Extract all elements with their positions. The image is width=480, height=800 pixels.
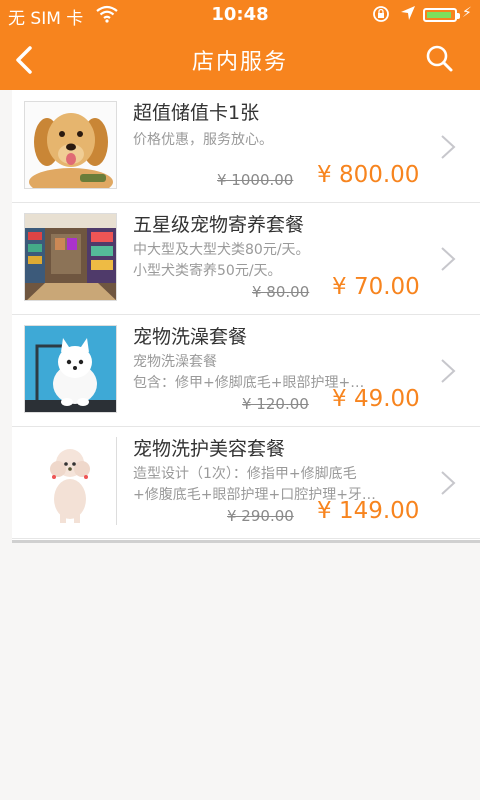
page-title: 店内服务	[191, 50, 288, 75]
sale-price: ¥ 149.00	[317, 498, 420, 524]
sale-price: ¥ 70.00	[332, 274, 420, 300]
status-bar: 无 SIM 卡 10:48 ⚡	[0, 0, 480, 30]
item-name: 五星级宠物寄养套餐	[133, 214, 305, 236]
item-name: 宠物洗护美容套餐	[133, 438, 286, 460]
location-icon	[400, 5, 416, 26]
item-description-line: 造型设计（1次）：修指甲+修脚底毛	[133, 466, 357, 482]
original-price: ¥ 1000.00	[217, 171, 294, 189]
original-price: ¥ 290.00	[227, 507, 294, 525]
golden-retriever-image	[24, 101, 117, 189]
search-button[interactable]	[422, 42, 456, 76]
sale-price: ¥ 49.00	[332, 386, 420, 412]
white-dog-image	[24, 325, 117, 413]
list-item[interactable]: 五星级宠物寄养套餐 中大型及大型犬类80元/天。 小型犬类寄养50元/天。 ¥ …	[12, 202, 480, 315]
original-price: ¥ 80.00	[252, 283, 310, 301]
list-item[interactable]: 宠物洗护美容套餐 造型设计（1次）：修指甲+修脚底毛 +修腹底毛+眼部护理+口腔…	[12, 426, 480, 539]
item-description-line: 宠物洗澡套餐	[133, 354, 217, 370]
chevron-right-icon	[441, 247, 456, 271]
charging-icon: ⚡	[462, 5, 472, 21]
list-item[interactable]: 宠物洗澡套餐 宠物洗澡套餐 包含：修甲+修脚底毛+眼部护理+… ¥ 120.00…	[12, 314, 480, 427]
pet-store-image	[24, 213, 117, 301]
chevron-right-icon	[441, 135, 456, 159]
battery-icon	[423, 8, 460, 22]
chevron-right-icon	[441, 471, 456, 495]
item-description-line: 中大型及大型犬类80元/天。	[133, 242, 310, 258]
search-icon	[426, 45, 453, 72]
original-price: ¥ 120.00	[242, 395, 309, 413]
service-list: 超值储值卡1张 价格优惠，服务放心。 ¥ 1000.00 ¥ 800.00 五星…	[12, 90, 480, 543]
item-name: 宠物洗澡套餐	[133, 326, 248, 348]
sale-price: ¥ 800.00	[317, 162, 420, 188]
top-bar: 无 SIM 卡 10:48 ⚡ 店内服务	[0, 0, 480, 90]
item-description: 价格优惠，服务放心。	[133, 130, 428, 151]
item-name: 超值储值卡1张	[133, 102, 260, 124]
rotation-lock-icon	[372, 5, 390, 28]
item-description-line: 价格优惠，服务放心。	[133, 132, 273, 148]
groomed-poodle-image	[24, 437, 117, 525]
list-item[interactable]: 超值储值卡1张 价格优惠，服务放心。 ¥ 1000.00 ¥ 800.00	[12, 90, 480, 203]
chevron-right-icon	[441, 359, 456, 383]
